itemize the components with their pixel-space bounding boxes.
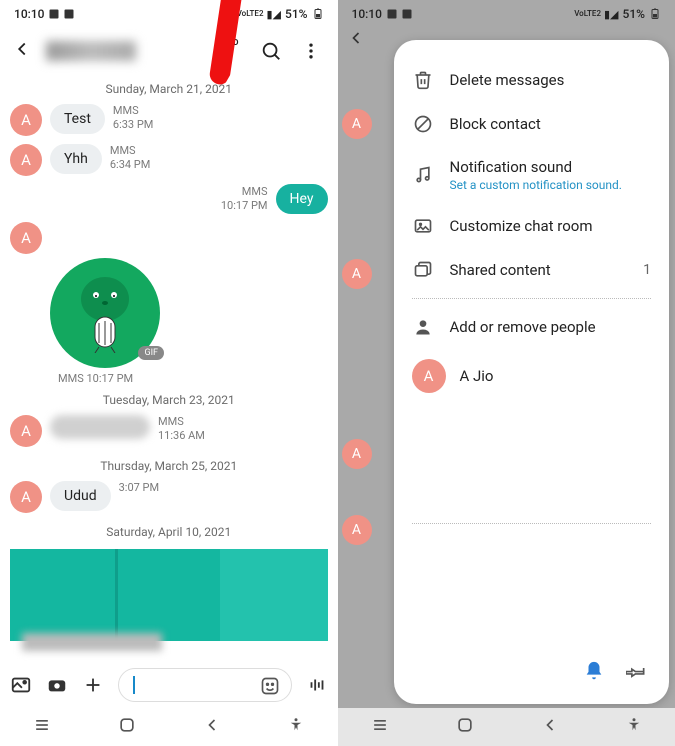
back-button[interactable] xyxy=(10,38,34,65)
menu-notification-sound[interactable]: Notification sound Set a custom notifica… xyxy=(398,146,666,204)
menu-block-contact[interactable]: Block contact xyxy=(398,102,666,146)
message-input[interactable] xyxy=(118,668,292,702)
menu-delete-messages[interactable]: Delete messages xyxy=(398,58,666,102)
recents-button[interactable] xyxy=(370,715,390,739)
menu-contact-entry[interactable]: A A Jio xyxy=(398,349,666,403)
pin-icon[interactable] xyxy=(625,660,647,682)
home-button[interactable] xyxy=(117,715,137,739)
back-button[interactable] xyxy=(346,29,366,53)
contact-name: A Jio xyxy=(460,367,494,385)
message-bubble: Udud xyxy=(50,481,111,511)
message-bubble-out: Hey xyxy=(276,184,328,214)
battery-icon xyxy=(649,8,661,20)
chat-header: HD xyxy=(0,28,338,74)
avatar: A xyxy=(10,144,42,176)
accessibility-button[interactable] xyxy=(625,716,643,738)
gif-sticker[interactable]: GIF xyxy=(50,258,160,368)
gif-badge: GIF xyxy=(138,346,164,360)
status-bar: 10:10 VoLTE2 ▮◢ 51% xyxy=(0,0,338,28)
message-row[interactable]: A Udud 3:07 PM xyxy=(0,477,338,517)
customize-icon xyxy=(412,216,434,236)
battery-icon xyxy=(312,8,324,20)
more-menu-icon[interactable] xyxy=(300,40,322,62)
menu-notification-sub: Set a custom notification sound. xyxy=(450,178,622,192)
status-time: 10:10 xyxy=(352,7,382,21)
status-time: 10:10 xyxy=(14,7,44,21)
avatar: A xyxy=(412,359,446,393)
status-signal-icons: VoLTE2 ▮◢ xyxy=(237,8,281,21)
composer xyxy=(0,662,338,708)
back-button[interactable] xyxy=(202,715,222,739)
camera-icon[interactable] xyxy=(46,674,68,696)
message-bubble: Yhh xyxy=(50,144,102,174)
message-row[interactable]: A Yhh MMS 6:34 PM xyxy=(0,140,338,180)
status-bar: 10:10 VoLTE2 ▮◢ 51% xyxy=(338,0,675,28)
system-navbar xyxy=(0,708,338,746)
avatar: A xyxy=(10,104,42,136)
back-button[interactable] xyxy=(540,715,560,739)
recents-button[interactable] xyxy=(32,715,52,739)
hd-call-icon[interactable]: HD xyxy=(220,40,242,62)
avatar: A xyxy=(10,415,42,447)
block-icon xyxy=(412,114,434,134)
message-bubble-redacted xyxy=(50,415,150,439)
menu-shared-content[interactable]: Shared content 1 xyxy=(398,248,666,292)
message-row-outgoing[interactable]: MMS 10:17 PM Hey xyxy=(0,180,338,218)
message-bubble: Test xyxy=(50,104,105,134)
avatar: A xyxy=(342,109,372,139)
date-divider: Saturday, April 10, 2021 xyxy=(0,517,338,543)
home-button[interactable] xyxy=(455,715,475,739)
background-chat-peek: A A A A xyxy=(338,28,376,708)
avatar: A xyxy=(342,439,372,469)
avatar: A xyxy=(10,481,42,513)
divider xyxy=(412,298,652,299)
date-divider: Thursday, March 25, 2021 xyxy=(0,451,338,477)
shared-icon xyxy=(412,260,434,280)
date-divider: Tuesday, March 23, 2021 xyxy=(0,385,338,411)
gallery-icon[interactable] xyxy=(10,674,32,696)
conversation-menu: Delete messages Block contact Notificati… xyxy=(394,40,670,704)
music-note-icon xyxy=(412,165,434,185)
status-battery: 51% xyxy=(285,7,307,21)
menu-customize-chat[interactable]: Customize chat room xyxy=(398,204,666,248)
shared-count: 1 xyxy=(643,262,651,278)
message-row[interactable]: A Test MMS 6:33 PM xyxy=(0,100,338,140)
status-battery: 51% xyxy=(623,7,645,21)
bell-icon[interactable] xyxy=(583,660,605,682)
date-divider: Sunday, March 21, 2021 xyxy=(0,74,338,100)
system-navbar xyxy=(338,708,675,746)
gif-caption: MMS 10:17 PM xyxy=(0,372,338,385)
menu-overlay-screen: 10:10 VoLTE2 ▮◢ 51% A A A A xyxy=(338,0,675,746)
search-icon[interactable] xyxy=(260,40,282,62)
status-notif-icons xyxy=(386,8,413,20)
avatar: A xyxy=(342,259,372,289)
trash-icon xyxy=(412,70,434,90)
avatar: A xyxy=(342,515,372,545)
contact-name-redacted xyxy=(46,41,136,61)
add-icon[interactable] xyxy=(82,674,104,696)
sticker-icon[interactable] xyxy=(259,675,281,697)
image-attachment-redacted[interactable] xyxy=(10,549,328,641)
status-signal-icons: VoLTE2 ▮◢ xyxy=(574,8,618,21)
avatar: A xyxy=(10,222,42,254)
accessibility-button[interactable] xyxy=(287,716,305,738)
message-row[interactable]: A MMS 11:36 AM xyxy=(0,411,338,451)
menu-add-remove-people[interactable]: Add or remove people xyxy=(398,305,666,349)
status-notif-icons xyxy=(48,8,75,20)
person-icon xyxy=(412,317,434,337)
chat-screen: 10:10 VoLTE2 ▮◢ 51% HD xyxy=(0,0,338,746)
message-row[interactable]: A xyxy=(0,218,338,258)
divider xyxy=(412,523,652,524)
voice-input-icon[interactable] xyxy=(306,674,328,696)
